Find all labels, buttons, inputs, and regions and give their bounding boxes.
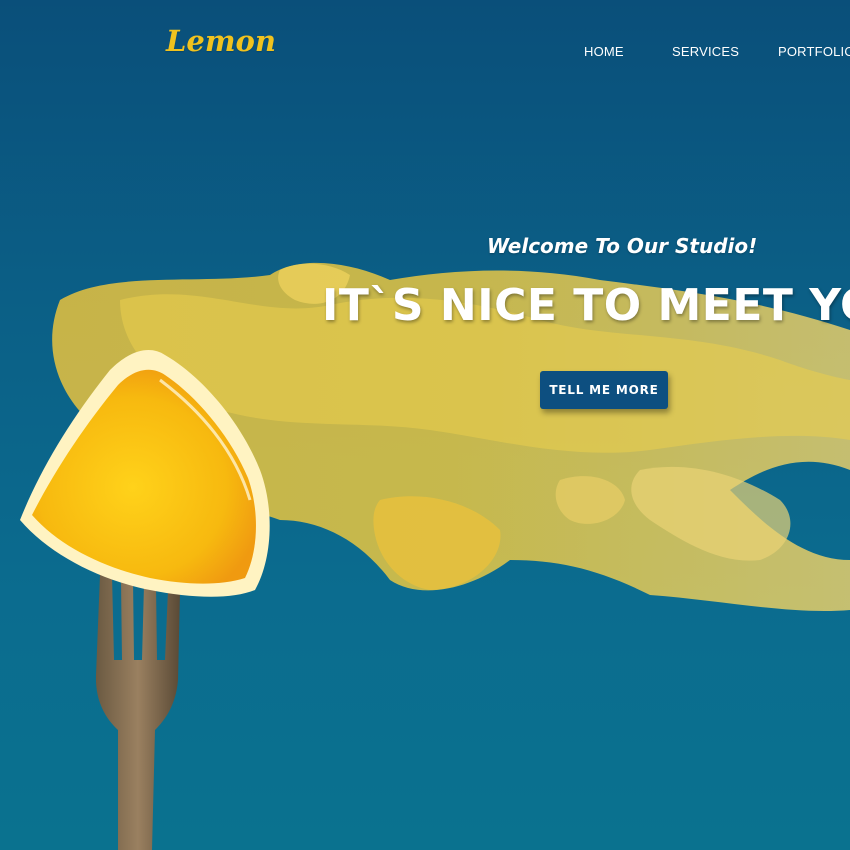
top-navbar: Lemon HOME SERVICES PORTFOLIO	[0, 0, 850, 105]
fork-shape	[95, 575, 180, 850]
hero-background-image	[20, 262, 850, 850]
hero-headline: IT`S NICE TO MEET YOU	[322, 280, 850, 331]
hero-section: Lemon HOME SERVICES PORTFOLIO Welcome To…	[0, 0, 850, 850]
nav-link-services[interactable]: SERVICES	[672, 44, 739, 59]
nav-link-home[interactable]: HOME	[584, 44, 624, 59]
hero-subtitle: Welcome To Our Studio!	[487, 234, 758, 258]
nav-link-portfolio[interactable]: PORTFOLIO	[778, 44, 850, 59]
tell-me-more-button[interactable]: TELL ME MORE	[540, 371, 668, 409]
nav-menu: HOME SERVICES PORTFOLIO	[0, 44, 850, 64]
